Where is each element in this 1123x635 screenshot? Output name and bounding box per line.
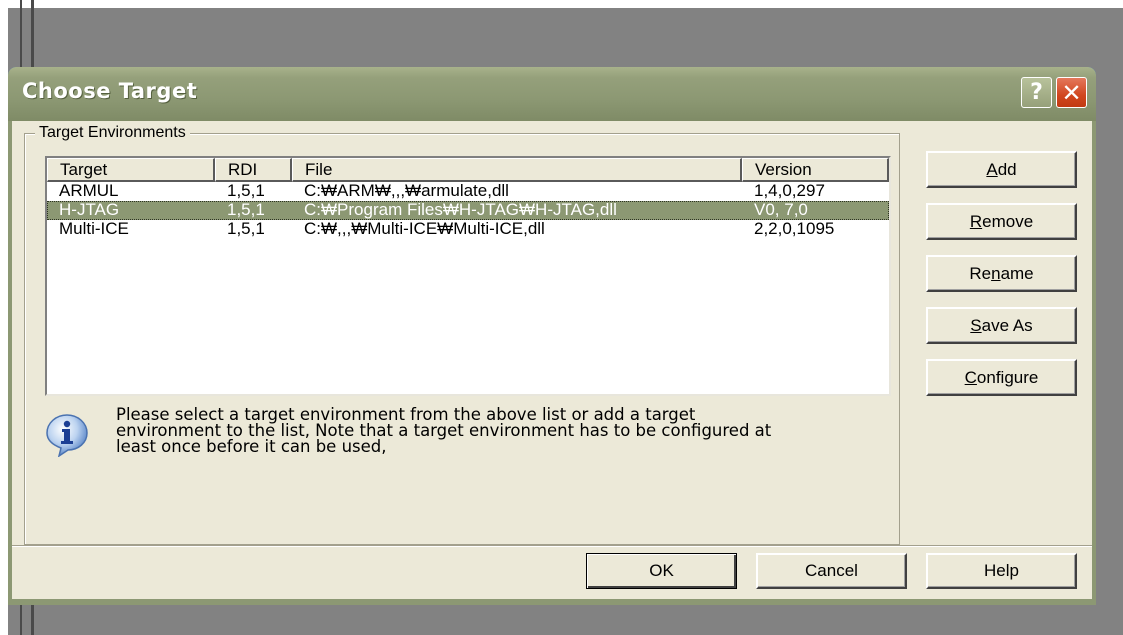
list-row-armul[interactable]: ARMUL 1,5,1 C:₩ARM₩,,,₩armulate,dll 1,4,…	[47, 182, 889, 201]
help-button[interactable]: Help	[926, 553, 1077, 589]
button-label: ave As	[981, 315, 1033, 335]
list-row-multi-ice[interactable]: Multi-ICE 1,5,1 C:₩,,,₩Multi-ICE₩Multi-I…	[47, 220, 889, 239]
question-icon: ?	[1030, 80, 1043, 105]
cell-rdi: 1,5,1	[227, 219, 265, 238]
info-message: Please select a target environment from …	[116, 406, 876, 456]
column-header-target[interactable]: Target	[47, 158, 215, 182]
help-title-button[interactable]: ?	[1021, 77, 1052, 108]
remove-button[interactable]: Remove	[926, 203, 1077, 240]
cell-file: C:₩,,,₩Multi-ICE₩Multi-ICE,dll	[304, 219, 545, 238]
groupbox-label: Target Environments	[35, 124, 190, 142]
window-title: Choose Target	[22, 79, 198, 103]
button-label: dd	[997, 159, 1017, 179]
screen: Choose Target ? ✕ Target Environments Ta…	[0, 0, 1123, 635]
title-bar[interactable]: Choose Target ? ✕	[8, 67, 1096, 121]
cell-file: C:₩ARM₩,,,₩armulate,dll	[304, 181, 509, 200]
info-icon	[46, 414, 88, 457]
add-button[interactable]: Add	[926, 151, 1077, 188]
button-label: Help	[984, 561, 1019, 580]
cancel-button[interactable]: Cancel	[756, 553, 907, 589]
button-label: Re	[969, 263, 992, 283]
cell-target: ARMUL	[59, 181, 119, 200]
button-mnemonic: C	[964, 367, 977, 387]
cell-target: Multi-ICE	[59, 219, 129, 238]
cell-rdi: 1,5,1	[227, 181, 265, 200]
button-label: emove	[982, 211, 1034, 231]
button-label: ame	[1000, 263, 1034, 283]
close-icon: ✕	[1061, 78, 1082, 107]
list-row-h-jtag[interactable]: H-JTAG 1,5,1 C:₩Program Files₩H-JTAG₩H-J…	[47, 201, 889, 220]
list-header: Target RDI File Version	[47, 158, 889, 182]
info-line: least once before it can be used,	[116, 437, 387, 456]
column-header-rdi[interactable]: RDI	[215, 158, 292, 182]
frame-edge-bottom	[8, 599, 1096, 605]
save-as-button[interactable]: Save As	[926, 307, 1077, 344]
choose-target-dialog: Choose Target ? ✕ Target Environments Ta…	[8, 67, 1096, 605]
cell-file: C:₩Program Files₩H-JTAG₩H-JTAG,dll	[304, 200, 617, 219]
cell-version: 1,4,0,297	[754, 181, 825, 200]
separator	[12, 545, 1092, 547]
target-list[interactable]: Target RDI File Version ARMUL 1,5,1 C:₩A…	[45, 156, 891, 396]
button-mnemonic: S	[970, 315, 982, 335]
cell-version: 2,2,0,1095	[754, 219, 835, 238]
button-label: OK	[649, 561, 674, 580]
button-label: Cancel	[805, 561, 858, 580]
frame-edge-right	[1092, 121, 1096, 605]
cell-rdi: 1,5,1	[227, 200, 265, 219]
cell-version: V0, 7,0	[754, 200, 808, 219]
column-header-file[interactable]: File	[292, 158, 742, 182]
configure-button[interactable]: Configure	[926, 359, 1077, 396]
close-button[interactable]: ✕	[1056, 77, 1087, 108]
column-header-version[interactable]: Version	[742, 158, 889, 182]
button-mnemonic: A	[986, 159, 998, 179]
button-label: onfigure	[976, 367, 1039, 387]
rename-button[interactable]: Re n ame	[926, 255, 1077, 292]
button-mnemonic: n	[991, 263, 1001, 283]
ok-button[interactable]: OK	[586, 553, 737, 589]
button-mnemonic: R	[969, 211, 983, 231]
cell-target: H-JTAG	[59, 200, 120, 219]
